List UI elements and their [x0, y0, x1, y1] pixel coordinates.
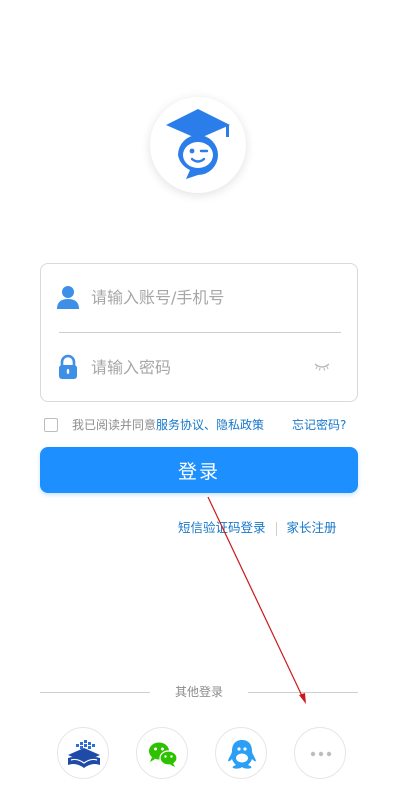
field-divider: [59, 332, 341, 333]
login-screen: 我已阅读并同意服务协议、隐私政策 忘记密码? 登录 短信验证码登录 家长注册 其他…: [0, 0, 400, 798]
sms-login-link[interactable]: 短信验证码登录: [178, 520, 266, 535]
agreement-text: 我已阅读并同意服务协议、隐私政策: [72, 414, 264, 436]
terms-link[interactable]: 服务协议: [156, 418, 204, 432]
eye-closed-icon[interactable]: [313, 359, 331, 373]
link-separator: [275, 521, 277, 536]
parent-register-link[interactable]: 家长注册: [287, 520, 337, 535]
other-login-label: 其他登录: [174, 685, 223, 699]
password-input[interactable]: [91, 352, 311, 382]
login-form: [40, 263, 358, 402]
other-login-divider-left: [40, 692, 150, 693]
account-field-row: [41, 264, 357, 330]
more-icon: [310, 751, 332, 757]
wechat-login-button[interactable]: [136, 727, 188, 779]
app-logo: [150, 97, 246, 193]
more-login-button[interactable]: [294, 727, 346, 779]
school-login-button[interactable]: [57, 727, 109, 779]
secondary-links: 短信验证码登录 家长注册: [178, 518, 337, 538]
graduation-cap-mascot-icon: [166, 109, 230, 179]
forgot-password-link[interactable]: 忘记密码?: [292, 414, 346, 436]
other-login-divider-right: [248, 692, 358, 693]
agreement-checkbox[interactable]: [44, 418, 58, 432]
qq-login-button[interactable]: [215, 727, 267, 779]
qq-icon: [228, 740, 256, 769]
agreement-row: 我已阅读并同意服务协议、隐私政策 忘记密码?: [44, 414, 364, 436]
password-field-row: [41, 334, 357, 400]
agreement-separator: 、: [204, 418, 217, 432]
account-input[interactable]: [91, 282, 311, 312]
school-book-icon: [68, 740, 100, 768]
user-icon: [57, 286, 79, 309]
lock-icon: [59, 354, 77, 379]
agreement-prefix: 我已阅读并同意: [72, 418, 157, 432]
wechat-icon: [149, 742, 178, 767]
privacy-link[interactable]: 隐私政策: [216, 418, 264, 432]
login-button[interactable]: 登录: [40, 447, 358, 493]
